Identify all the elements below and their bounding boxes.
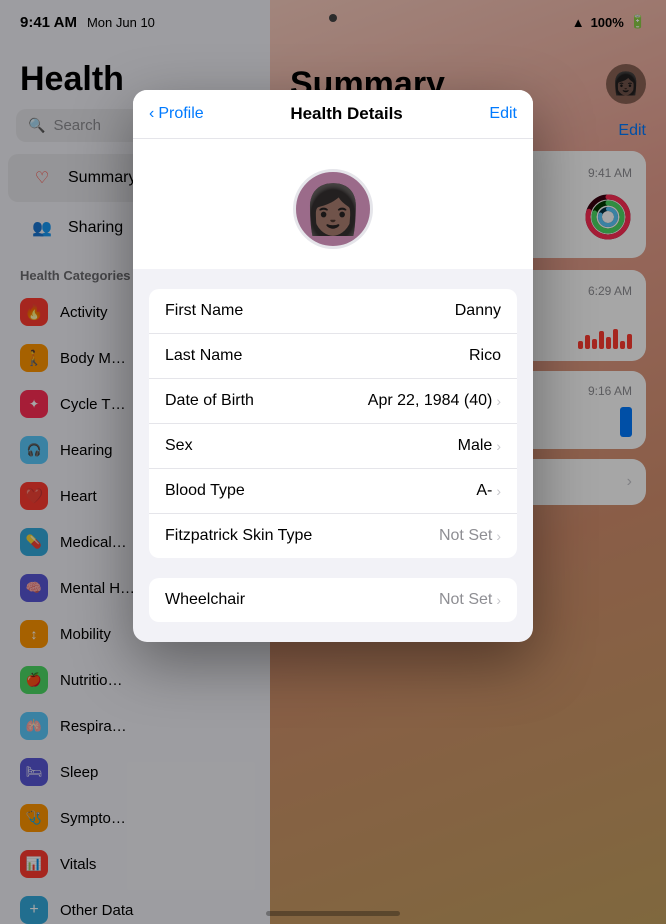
form-row-last-name[interactable]: Last Name Rico <box>149 334 517 379</box>
skin-type-value: Not Set › <box>439 527 501 545</box>
form-section-2: Wheelchair Not Set › <box>149 578 517 622</box>
form-row-blood-type[interactable]: Blood Type A- › <box>149 469 517 514</box>
form-row-first-name[interactable]: First Name Danny <box>149 289 517 334</box>
dob-chevron: › <box>496 393 501 409</box>
modal-title: Health Details <box>290 104 402 124</box>
form-row-wheelchair[interactable]: Wheelchair Not Set › <box>149 578 517 622</box>
sex-chevron: › <box>496 438 501 454</box>
form-section-1: First Name Danny Last Name Rico Date of … <box>149 289 517 558</box>
first-name-value: Danny <box>455 302 501 320</box>
blood-type-value: A- › <box>476 482 501 500</box>
sex-label: Sex <box>165 437 193 455</box>
modal-nav: ‹ Profile Health Details Edit <box>133 90 533 139</box>
dob-label: Date of Birth <box>165 392 254 410</box>
health-details-modal: ‹ Profile Health Details Edit 👩🏿 First N… <box>133 90 533 642</box>
form-row-sex[interactable]: Sex Male › <box>149 424 517 469</box>
skin-type-chevron: › <box>496 528 501 544</box>
wheelchair-value: Not Set › <box>439 591 501 609</box>
avatar-emoji: 👩🏿 <box>303 181 363 238</box>
first-name-label: First Name <box>165 302 243 320</box>
modal-avatar[interactable]: 👩🏿 <box>293 169 373 249</box>
wheelchair-chevron: › <box>496 592 501 608</box>
modal-overlay: ‹ Profile Health Details Edit 👩🏿 First N… <box>0 0 666 924</box>
last-name-value: Rico <box>469 347 501 365</box>
form-row-skin-type[interactable]: Fitzpatrick Skin Type Not Set › <box>149 514 517 558</box>
modal-back-label: Profile <box>158 105 203 123</box>
sex-value: Male › <box>458 437 501 455</box>
blood-type-label: Blood Type <box>165 482 245 500</box>
modal-edit-button[interactable]: Edit <box>489 105 517 123</box>
wheelchair-label: Wheelchair <box>165 591 245 609</box>
skin-type-label: Fitzpatrick Skin Type <box>165 527 312 545</box>
form-row-dob[interactable]: Date of Birth Apr 22, 1984 (40) › <box>149 379 517 424</box>
dob-value: Apr 22, 1984 (40) › <box>368 392 501 410</box>
back-chevron-icon: ‹ <box>149 105 154 123</box>
blood-type-chevron: › <box>496 483 501 499</box>
last-name-label: Last Name <box>165 347 242 365</box>
modal-back-button[interactable]: ‹ Profile <box>149 105 204 123</box>
modal-avatar-section: 👩🏿 <box>133 139 533 269</box>
